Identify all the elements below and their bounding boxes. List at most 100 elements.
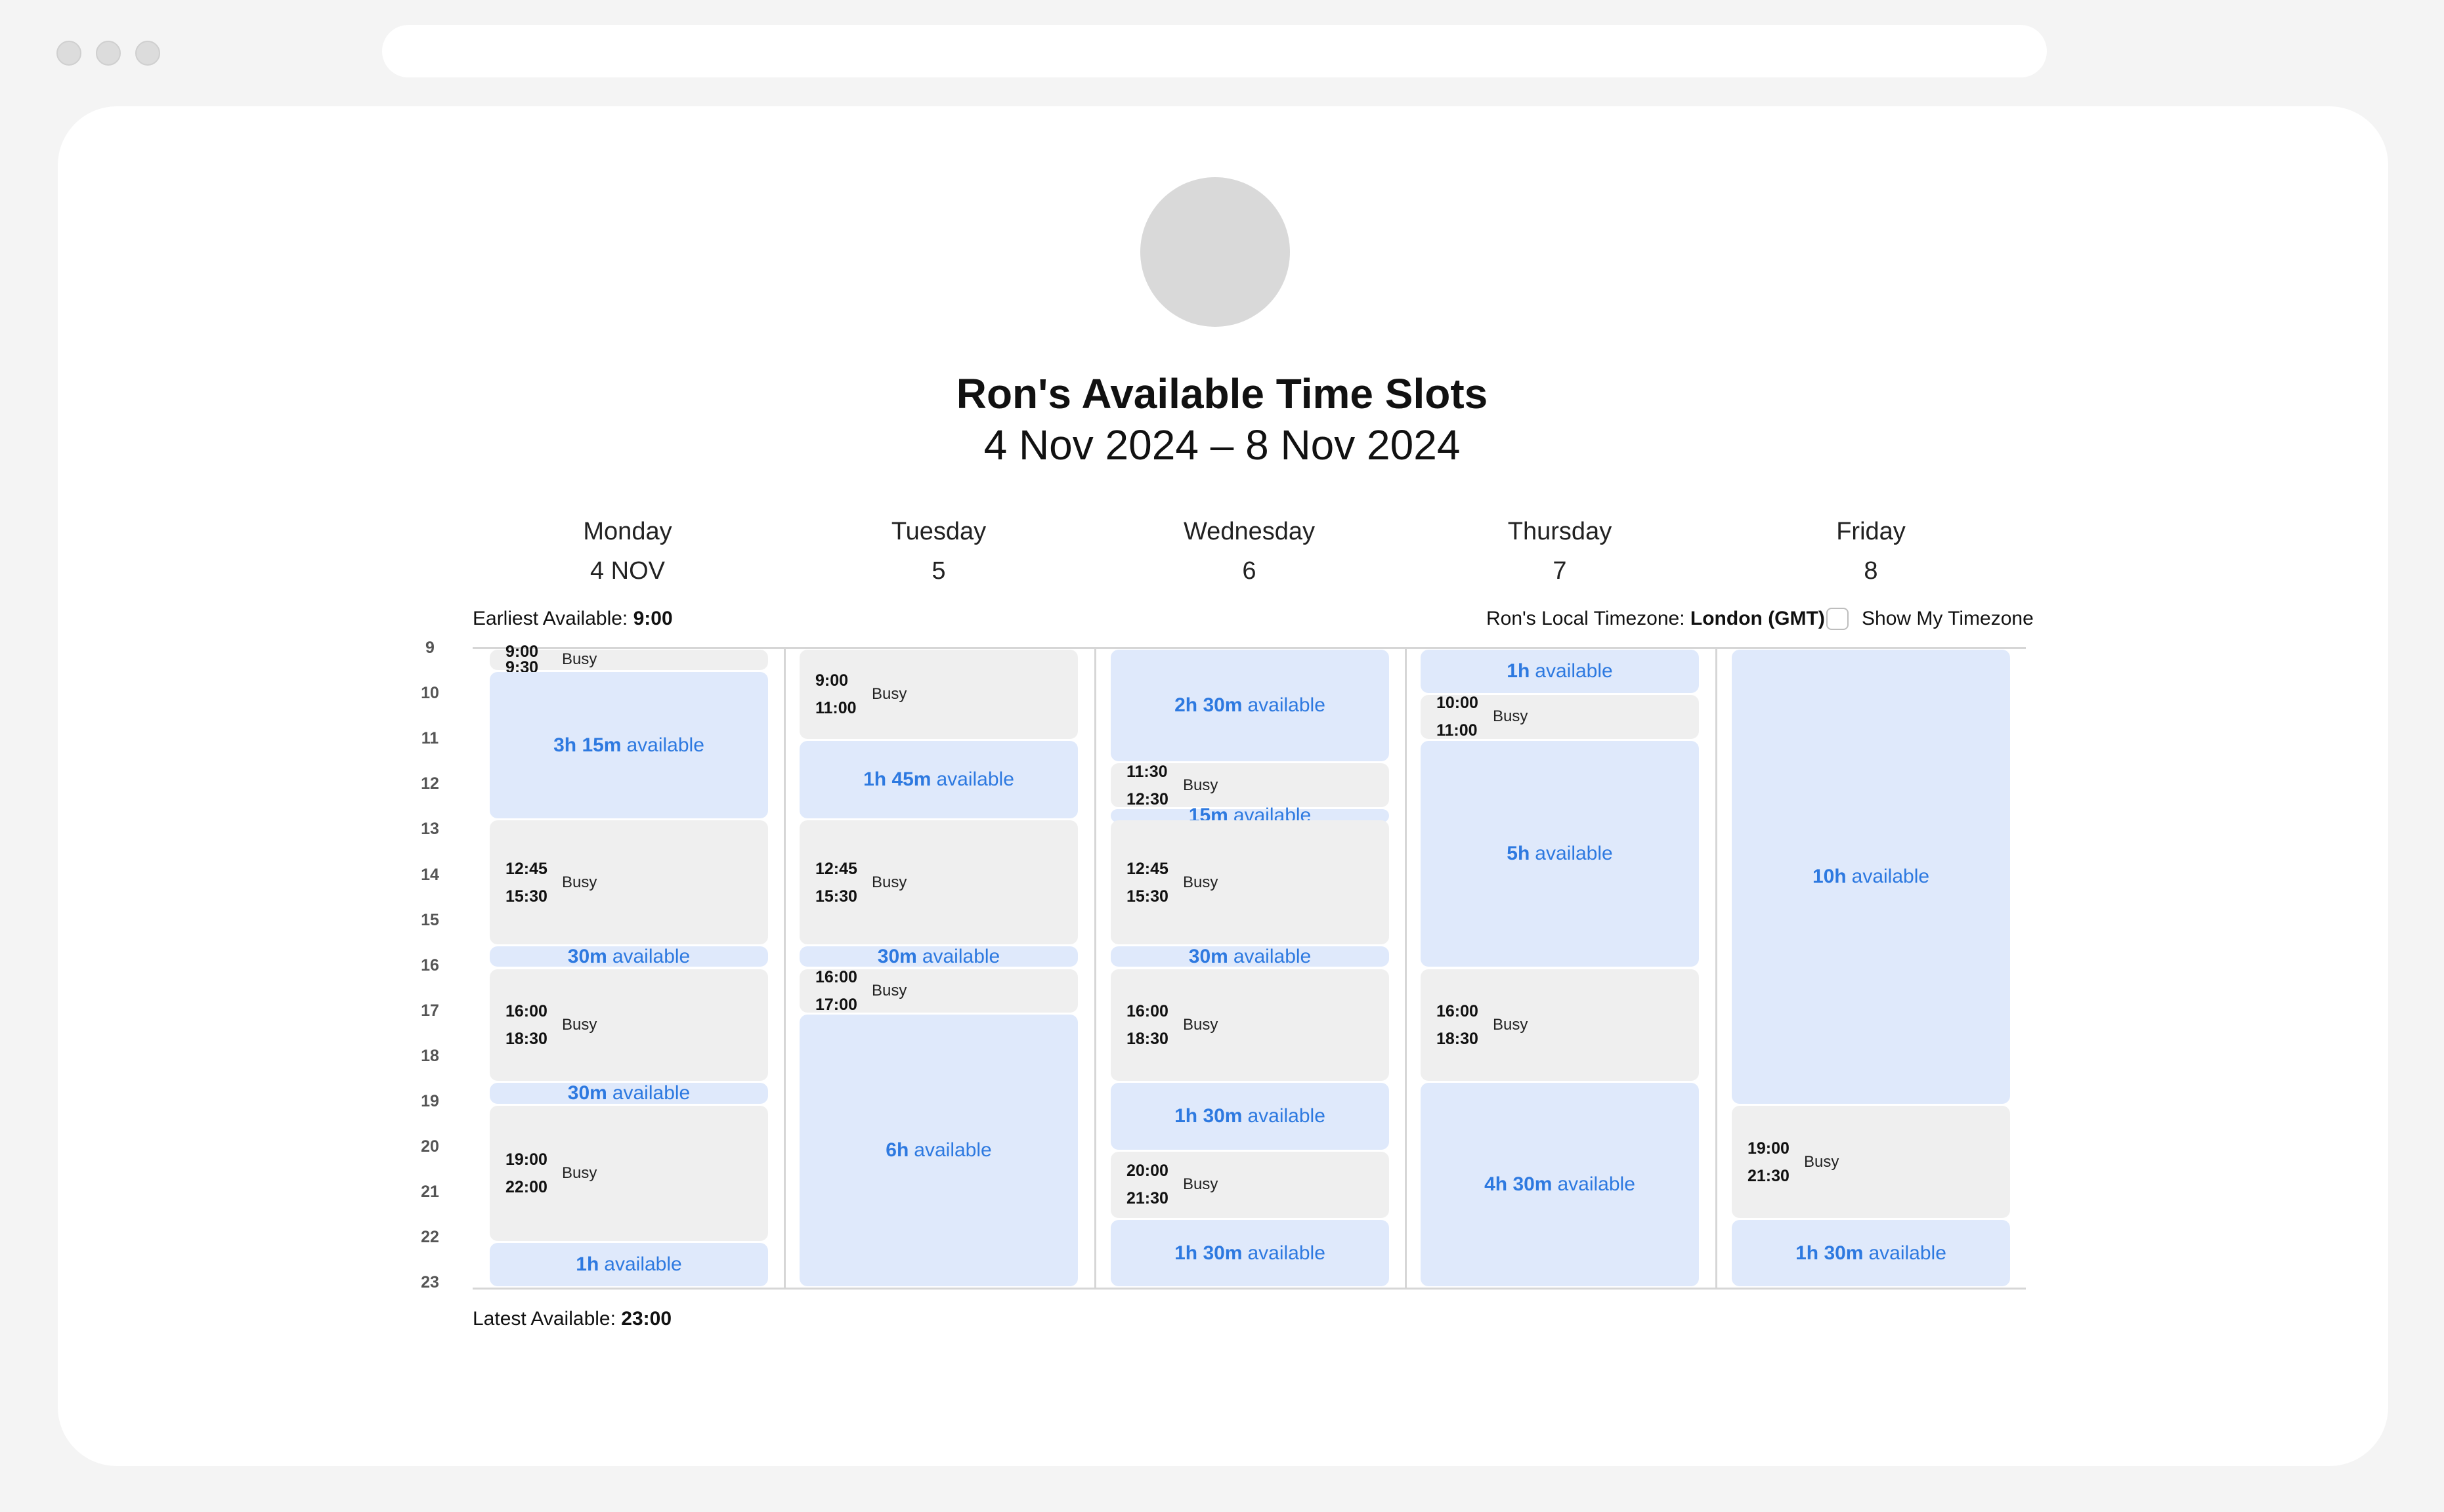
latest-value: 23:00 — [621, 1308, 672, 1330]
busy-slot: 16:00 18:30 Busy — [1111, 969, 1389, 1082]
slot-end: 15:30 — [1126, 887, 1168, 906]
available-slot[interactable]: 6h available — [800, 1015, 1078, 1287]
busy-slot: 20:00 21:30 Busy — [1111, 1151, 1389, 1219]
hour-label: 23 — [421, 1273, 439, 1292]
slot-start: 9:00 — [505, 642, 539, 662]
busy-slot: 19:00 22:00 Busy — [490, 1106, 768, 1241]
slot-duration: 4h 30m — [1484, 1173, 1553, 1196]
available-slot[interactable]: 1h available — [1421, 649, 1699, 694]
available-slot[interactable]: 2h 30m available — [1111, 649, 1389, 762]
slot-start: 12:45 — [505, 859, 547, 878]
available-slot[interactable]: 1h 30m available — [1111, 1083, 1389, 1150]
day-header: Wednesday 6 — [1094, 512, 1404, 591]
hour-label: 21 — [421, 1183, 439, 1202]
day-name: Wednesday — [1184, 518, 1315, 545]
slot-times: 12:45 15:30 — [815, 820, 857, 944]
available-label: available — [914, 1139, 992, 1162]
available-slot[interactable]: 30m available — [490, 1082, 768, 1104]
slot-times: 16:00 17:00 — [815, 968, 857, 1014]
day-name: Tuesday — [891, 518, 987, 545]
slot-times: 9:00 9:30 — [505, 644, 538, 676]
available-slot[interactable]: 1h 45m available — [800, 740, 1078, 819]
available-slot[interactable]: 1h 30m available — [1111, 1220, 1389, 1287]
hour-label: 17 — [421, 1001, 439, 1020]
timezone-label: Ron's Local Timezone: — [1486, 608, 1685, 629]
busy-slot: 12:45 15:30 Busy — [490, 820, 768, 944]
day-date: 6 — [1242, 557, 1256, 585]
busy-slot: 9:00 11:00 Busy — [800, 649, 1078, 739]
slot-duration: 5h — [1507, 843, 1530, 865]
slot-duration: 1h — [1507, 660, 1530, 682]
available-label: available — [626, 734, 704, 756]
busy-slot: 12:45 15:30 Busy — [800, 820, 1078, 944]
available-slot[interactable]: 30m available — [1111, 946, 1389, 967]
slot-duration: 10h — [1812, 865, 1847, 887]
slot-end: 15:30 — [505, 887, 547, 906]
hour-label: 12 — [421, 774, 439, 793]
day-date: 7 — [1553, 557, 1567, 585]
slot-start: 10:00 — [1436, 694, 1478, 713]
timezone-value: London (GMT) — [1690, 608, 1825, 629]
day-date: 5 — [932, 557, 946, 585]
slot-start: 16:00 — [1436, 1001, 1478, 1020]
hour-label: 11 — [421, 729, 439, 748]
hour-label: 18 — [421, 1046, 439, 1065]
available-label: available — [612, 1082, 691, 1104]
hour-label: 16 — [421, 956, 439, 975]
hour-label: 14 — [421, 865, 439, 884]
grid-top-border — [473, 647, 2026, 649]
slot-start: 16:00 — [505, 1001, 547, 1020]
available-slot[interactable]: 3h 15m available — [490, 672, 768, 819]
slot-times: 11:30 12:30 — [1126, 763, 1168, 808]
slot-start: 12:45 — [1126, 859, 1168, 878]
slot-start: 12:45 — [815, 859, 857, 878]
day-date: 4 NOV — [590, 557, 666, 585]
available-slot[interactable]: 10h available — [1732, 649, 2010, 1104]
hour-label: 20 — [421, 1137, 439, 1156]
page-title: Ron's Available Time Slots — [956, 370, 1488, 417]
available-slot[interactable]: 4h 30m available — [1421, 1083, 1699, 1287]
hour-label: 22 — [421, 1228, 439, 1247]
busy-slot: 16:00 17:00 Busy — [800, 968, 1078, 1014]
slot-end: 21:30 — [1126, 1189, 1168, 1208]
slot-start: 16:00 — [1126, 1001, 1168, 1020]
hour-label: 13 — [421, 820, 439, 839]
available-label: available — [1535, 843, 1613, 865]
available-slot[interactable]: 1h available — [490, 1242, 768, 1287]
slot-start: 11:30 — [1126, 762, 1168, 781]
slot-duration: 1h — [576, 1253, 599, 1276]
busy-label: Busy — [1493, 1015, 1528, 1034]
available-label: available — [1557, 1173, 1635, 1196]
slot-duration: 30m — [567, 1082, 607, 1104]
window-maximize-dot[interactable] — [135, 41, 160, 66]
available-label: available — [1233, 945, 1312, 967]
slot-times: 12:45 15:30 — [505, 820, 547, 944]
address-bar[interactable] — [382, 25, 2047, 77]
slot-start: 9:00 — [815, 671, 849, 690]
slot-duration: 1h 30m — [1174, 1242, 1243, 1264]
latest-available: Latest Available: 23:00 — [473, 1304, 672, 1334]
slot-duration: 1h 45m — [863, 768, 932, 791]
available-slot[interactable]: 30m available — [490, 946, 768, 967]
column-divider — [1715, 648, 1717, 1288]
busy-label: Busy — [562, 650, 597, 669]
busy-label: Busy — [1183, 1015, 1218, 1034]
available-label: available — [604, 1253, 682, 1276]
available-label: available — [1247, 1242, 1325, 1264]
slot-duration: 3h 15m — [553, 734, 622, 756]
earliest-label: Earliest Available: — [473, 608, 628, 629]
available-slot[interactable]: 5h available — [1421, 740, 1699, 967]
window-minimize-dot[interactable] — [96, 41, 121, 66]
slot-times: 10:00 11:00 — [1436, 694, 1478, 740]
busy-label: Busy — [1804, 1152, 1839, 1171]
day-header: Thursday 7 — [1405, 512, 1715, 591]
slot-duration: 2h 30m — [1174, 694, 1243, 716]
hour-label: 9 — [425, 639, 435, 657]
show-my-timezone-checkbox[interactable] — [1826, 608, 1849, 630]
show-my-timezone-label[interactable]: Show My Timezone — [1862, 604, 2034, 634]
available-slot[interactable]: 1h 30m available — [1732, 1220, 2010, 1287]
available-label: available — [922, 945, 1000, 967]
window-close-dot[interactable] — [56, 41, 81, 66]
available-label: available — [1247, 694, 1325, 716]
slot-times: 16:00 18:30 — [1126, 969, 1168, 1082]
